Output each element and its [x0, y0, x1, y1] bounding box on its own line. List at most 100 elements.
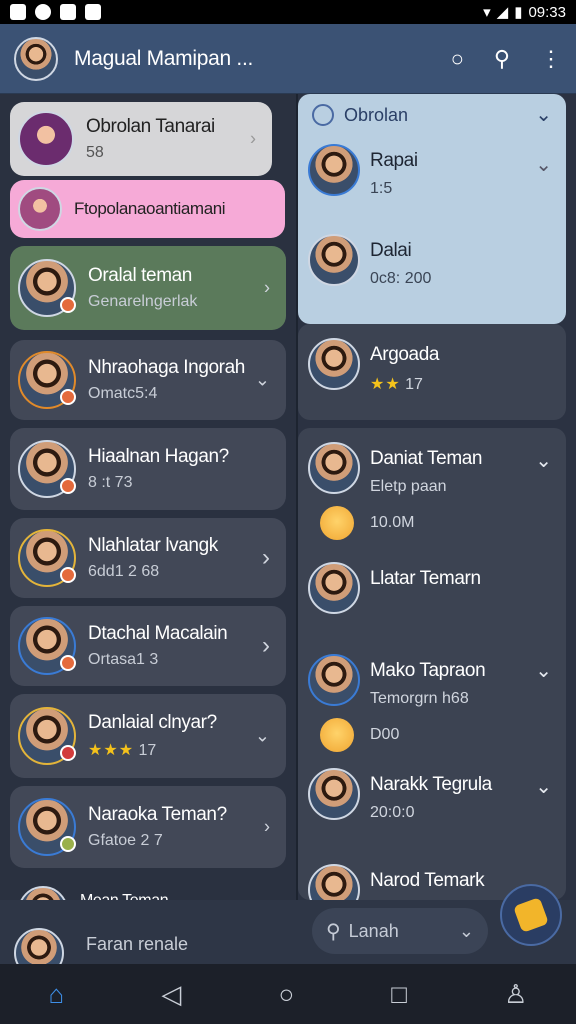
item-title: Dalai — [370, 240, 412, 261]
avatar — [18, 707, 76, 765]
item-title: Naraoka Teman? — [88, 804, 227, 825]
list-item[interactable]: Dalai 0c8: 200 — [308, 234, 431, 288]
item-subtitle: 20:0:0 — [370, 804, 415, 821]
conversation-group-light: Obrolan ⌄ Rapai 1:5 ⌄ Dalai 0c8: 200 — [298, 94, 566, 324]
list-item[interactable]: Daniat Teman Eletp paan — [308, 442, 482, 496]
app-bar: Magual Mamipan ... ○ ⚲ ⋮ — [0, 24, 576, 94]
item-title: Narod Temark — [370, 870, 485, 891]
status-badge — [60, 297, 76, 313]
left-chat-list: Obrolan Tanarai 58 › Ftopolanaoantiamani… — [0, 94, 296, 900]
chevron-right-icon: › — [262, 632, 270, 659]
avatar — [18, 529, 76, 587]
item-title: Llatar Temarn — [370, 568, 481, 589]
list-item[interactable]: Narakk Tegrula 20:0:0 — [308, 768, 492, 822]
rating-count: 17 — [138, 742, 157, 759]
section-header[interactable]: Obrolan — [312, 104, 408, 126]
avatar — [308, 442, 360, 494]
list-item[interactable]: Oralal teman Genarelngerlak › — [10, 246, 286, 330]
battery-icon: ▮ — [514, 4, 523, 21]
chevron-down-icon[interactable]: ⌄ — [535, 152, 552, 177]
conversation-group: Daniat Teman Eletp paan ⌄ 10.0M Llatar T… — [298, 428, 566, 900]
chevron-right-icon: › — [264, 816, 270, 837]
rating-row: ★★ 17 — [370, 374, 439, 394]
list-item[interactable]: Hiaalnan Hagan? 8 :t 73 — [10, 428, 286, 510]
rating-row: ★★★ 17 — [88, 740, 217, 760]
status-badge — [60, 745, 76, 761]
list-item[interactable]: Ftopolanaoantiamani — [10, 180, 285, 238]
chevron-right-icon: › — [250, 128, 256, 149]
item-subtitle: Ortasa1 3 — [88, 651, 159, 668]
list-item[interactable]: Llatar Temarn — [308, 562, 481, 614]
status-badge — [60, 567, 76, 583]
list-item[interactable]: Danlaial clnyar? ★★★ 17 ⌄ — [10, 694, 286, 778]
list-item[interactable]: Rapai 1:5 — [308, 144, 418, 198]
item-title: Nlahlatar lvangk — [88, 535, 218, 556]
list-item[interactable]: Argoada ★★ 17 — [308, 338, 439, 394]
list-item[interactable]: Mean Teman — [10, 876, 286, 900]
chevron-down-icon: ⌄ — [458, 920, 474, 941]
status-badge — [60, 389, 76, 405]
avatar — [308, 234, 360, 286]
back-icon[interactable]: ◁ — [161, 979, 181, 1010]
chevron-right-icon: › — [262, 544, 270, 571]
circle-home-icon[interactable]: ○ — [278, 979, 294, 1010]
search-input[interactable]: ⚲ Lanah ⌄ — [312, 908, 488, 954]
chevron-down-icon[interactable]: ⌄ — [535, 102, 552, 127]
list-item[interactable]: Naraoka Teman? Gfatoe 2 7 › — [10, 786, 286, 868]
recent-icon[interactable]: □ — [391, 979, 407, 1010]
avatar — [18, 798, 76, 856]
list-item[interactable]: Nlahlatar lvangk 6dd1 2 68 › — [10, 518, 286, 598]
item-title: Rapai — [370, 150, 418, 171]
list-item[interactable]: Obrolan Tanarai 58 › — [10, 102, 272, 176]
list-item[interactable]: Narod Temark — [308, 864, 485, 900]
item-title: Danlaial clnyar? — [88, 712, 217, 733]
item-subtitle: Eletp paan — [370, 478, 447, 495]
item-meta: 10.0M — [370, 514, 415, 531]
list-item[interactable]: Mako Tapraon Temorgrn h68 — [308, 654, 486, 708]
item-subtitle: 6dd1 2 68 — [88, 563, 160, 580]
search-icon: ⚲ — [326, 920, 341, 943]
item-title: Ftopolanaoantiamani — [74, 199, 226, 218]
chevron-down-icon: ⌄ — [254, 369, 270, 390]
item-subtitle: 1:5 — [370, 180, 393, 197]
compose-icon — [513, 897, 549, 933]
item-title: Nhraohaga Ingorah — [88, 357, 245, 378]
item-title: Argoada — [370, 344, 440, 365]
lightbulb-icon[interactable]: ○ — [451, 46, 464, 72]
avatar — [308, 562, 360, 614]
item-subtitle: Temorgrn h68 — [370, 690, 469, 707]
app-title: Magual Mamipan ... — [74, 46, 254, 70]
search-placeholder: Lanah — [348, 920, 399, 941]
clock: 09:33 — [528, 3, 566, 21]
item-title: Obrolan Tanarai — [86, 116, 215, 137]
avatar — [18, 617, 76, 675]
profile-icon[interactable]: ♙ — [504, 979, 527, 1010]
home-icon[interactable]: ⌂ — [49, 979, 65, 1010]
app-icon — [35, 4, 51, 20]
chevron-down-icon[interactable]: ⌄ — [535, 448, 552, 473]
item-title: Mean Teman — [80, 892, 169, 900]
chevron-down-icon: ⌄ — [254, 725, 270, 746]
item-subtitle: 58 — [86, 144, 104, 161]
profile-avatar[interactable] — [14, 36, 58, 81]
item-subtitle: Genarelngerlak — [88, 293, 198, 310]
status-bar: ▾ ◢ ▮ 09:33 — [0, 0, 576, 24]
status-badge — [60, 478, 76, 494]
avatar — [18, 440, 76, 498]
notification-icon — [10, 4, 26, 20]
app-icon-2 — [60, 4, 76, 20]
list-item[interactable]: Dtachal Macalain Ortasa1 3 › — [10, 606, 286, 686]
chevron-down-icon[interactable]: ⌄ — [535, 658, 552, 683]
bottom-bar: Faran renale — [0, 900, 576, 978]
status-badge — [60, 655, 76, 671]
avatar — [308, 768, 360, 820]
list-item[interactable]: Nhraohaga Ingorah Omatc5:4 ⌄ — [10, 340, 286, 420]
item-subtitle: Gfatoe 2 7 — [88, 832, 163, 849]
chevron-down-icon[interactable]: ⌄ — [535, 774, 552, 799]
search-icon[interactable]: ⚲ — [494, 46, 510, 72]
compose-button[interactable] — [500, 884, 562, 946]
item-title: Dtachal Macalain — [88, 623, 228, 644]
rating-count: 17 — [405, 376, 423, 393]
star-icon: ★★ — [370, 376, 401, 393]
menu-icon[interactable]: ⋮ — [540, 46, 562, 72]
